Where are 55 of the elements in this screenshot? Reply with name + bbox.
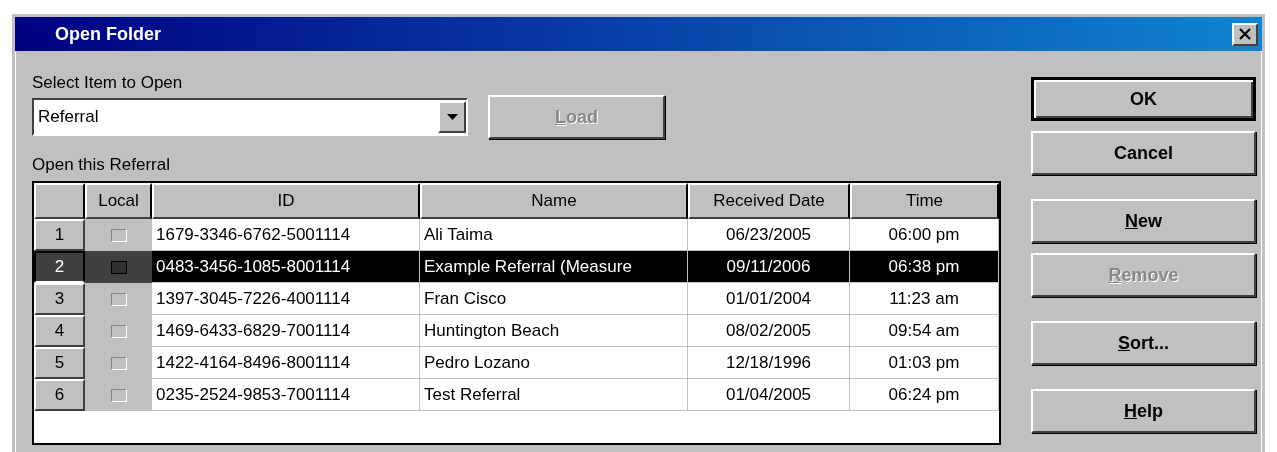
column-header[interactable]: Name	[420, 183, 688, 219]
table-cell: 06:38 pm	[850, 251, 999, 283]
row-number[interactable]: 4	[34, 315, 85, 347]
table-cell: Pedro Lozano	[420, 347, 688, 379]
table-row[interactable]: 5 1422-4164-8496-8001114 Pedro Lozano 12/18/1996 01:03 pm	[34, 347, 999, 379]
dialog-button[interactable]: New	[1031, 199, 1256, 243]
row-number[interactable]: 5	[34, 347, 85, 379]
table-cell: 0483-3456-1085-8001114	[152, 251, 420, 283]
table-cell: 09/11/2006	[688, 251, 850, 283]
table-cell: 1469-6433-6829-7001114	[152, 315, 420, 347]
row-number[interactable]: 3	[34, 283, 85, 315]
caret-icon	[446, 114, 458, 120]
table-row[interactable]: 6 0235-2524-9853-7001114 Test Referral 01/04/2005 06:24 pm	[34, 379, 999, 411]
column-header[interactable]: Time	[850, 183, 999, 219]
table-cell: Fran Cisco	[420, 283, 688, 315]
table-cell: 1397-3045-7226-4001114	[152, 283, 420, 315]
row-number[interactable]: 1	[34, 219, 85, 251]
table-row[interactable]: 4 1469-6433-6829-7001114 Huntington Beach 08/02/2005 09:54 am	[34, 315, 999, 347]
local-checkbox[interactable]	[110, 260, 127, 274]
dialog-button[interactable]: Cancel	[1031, 131, 1256, 175]
table-cell: 0235-2524-9853-7001114	[152, 379, 420, 411]
table-row[interactable]: 2 0483-3456-1085-8001114 Example Referral (Measure 09/11/2006 06:38 pm	[34, 251, 999, 283]
local-checkbox[interactable]	[110, 388, 127, 402]
close-icon	[1238, 28, 1252, 40]
close-button[interactable]	[1232, 22, 1258, 46]
window-title: Open Folder	[55, 23, 161, 45]
table-cell: 11:23 am	[850, 283, 999, 315]
table-cell: 09:54 am	[850, 315, 999, 347]
table-cell: 12/18/1996	[688, 347, 850, 379]
table-cell: Test Referral	[420, 379, 688, 411]
local-checkbox[interactable]	[110, 292, 127, 306]
local-checkbox[interactable]	[110, 324, 127, 338]
column-header[interactable]: ID	[152, 183, 420, 219]
table-cell: Example Referral (Measure	[420, 251, 688, 283]
table-cell: 1422-4164-8496-8001114	[152, 347, 420, 379]
dialog-button[interactable]: Sort...	[1031, 321, 1256, 365]
table-cell: 01:03 pm	[850, 347, 999, 379]
column-header[interactable]: Received Date	[688, 183, 850, 219]
row-number[interactable]: 2	[34, 251, 85, 283]
item-dropdown[interactable]: Referral	[32, 98, 468, 136]
table-row[interactable]: 3 1397-3045-7226-4001114 Fran Cisco 01/01/2004 11:23 am	[34, 283, 999, 315]
row-number[interactable]: 6	[34, 379, 85, 411]
dialog-button[interactable]: Help	[1031, 389, 1256, 433]
table-cell: 01/04/2005	[688, 379, 850, 411]
list-label: Open this Referral	[32, 155, 171, 176]
table-cell: 06:24 pm	[850, 379, 999, 411]
table-cell: 08/02/2005	[688, 315, 850, 347]
local-checkbox[interactable]	[110, 228, 127, 242]
column-header[interactable]: Local	[85, 183, 152, 219]
dropdown-arrow-button[interactable]	[438, 101, 466, 133]
local-checkbox[interactable]	[110, 356, 127, 370]
select-label: Select Item to Open	[32, 73, 184, 94]
table-cell: Huntington Beach	[420, 315, 688, 347]
dialog-button[interactable]: OK	[1031, 77, 1256, 121]
table-cell: 01/01/2004	[688, 283, 850, 315]
